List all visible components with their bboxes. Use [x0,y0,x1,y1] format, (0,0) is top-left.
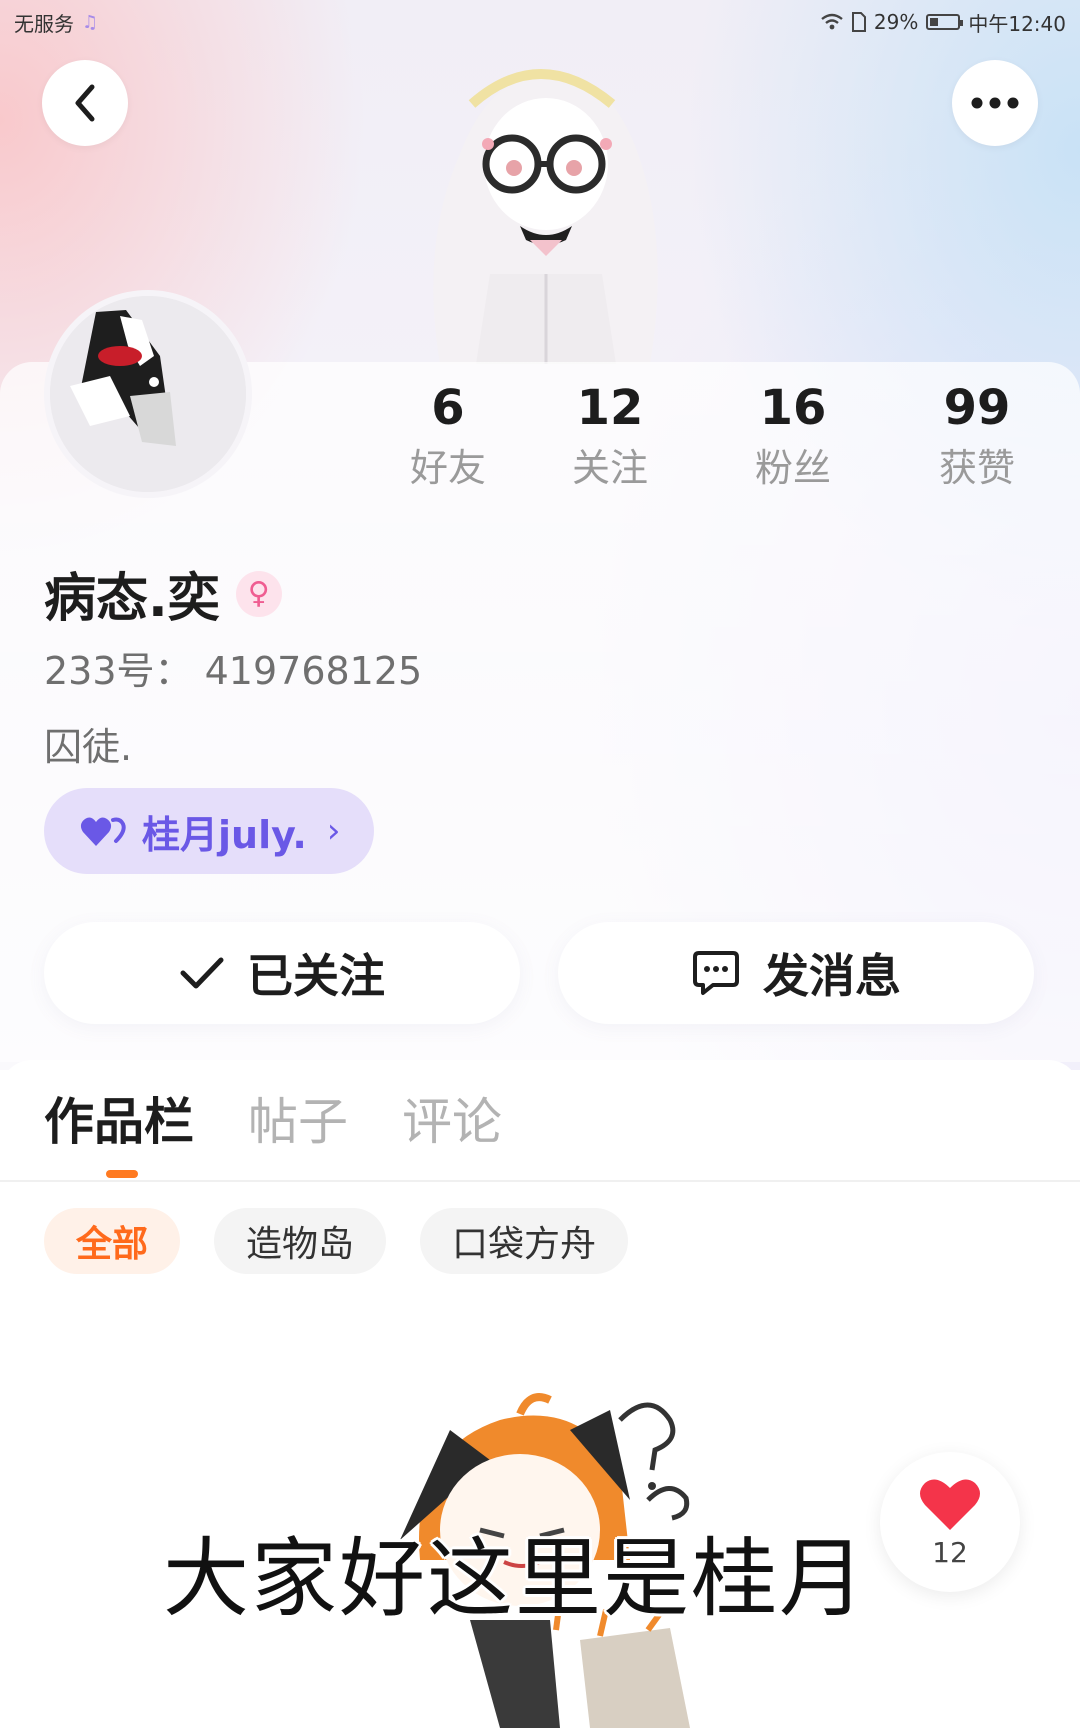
partner-tag[interactable]: 桂月july. › [44,788,374,874]
back-button[interactable] [42,60,128,146]
battery-percent: 29% [873,10,919,34]
followed-button[interactable]: 已关注 [44,922,520,1024]
banner-character-illustration [433,69,658,364]
partner-name: 桂月july. [142,812,307,857]
tab-posts[interactable]: 帖子 [248,1090,348,1154]
stat-friends[interactable]: 6 好友 [378,375,518,495]
stat-fans[interactable]: 16 粉丝 [723,375,863,495]
chevron-left-icon [75,84,95,122]
chip-creation-island[interactable]: 造物岛 [214,1208,387,1274]
stat-likes[interactable]: 99 获赞 [907,375,1047,495]
profile-stats: 6 好友 12 关注 16 粉丝 99 获赞 [0,375,1080,505]
stat-following-label: 关注 [571,446,648,490]
send-message-label: 发消息 [763,949,901,1003]
more-dots-icon [971,97,1019,109]
more-options-button[interactable] [952,60,1038,146]
chip-pocket-ark[interactable]: 口袋方舟 [420,1208,629,1274]
wifi-icon [821,13,843,30]
chat-bubble-icon [693,951,739,995]
user-id: 233号： 419768125 [44,649,423,693]
like-count: 12 [932,1535,968,1569]
battery-icon [926,14,964,30]
double-heart-icon [80,817,126,846]
heart-icon [920,1478,980,1530]
like-button[interactable]: 12 [880,1452,1020,1592]
followed-label: 已关注 [247,949,385,1003]
tabs-divider [0,1180,1080,1182]
tab-works[interactable]: 作品栏 [44,1090,194,1154]
video-subtitle: 大家好这里是桂月 [163,1529,867,1629]
stat-friends-label: 好友 [409,446,486,490]
profile-tabs: 作品栏 帖子 评论 [44,1090,502,1154]
stat-following-count: 12 [576,380,644,436]
stat-likes-label: 获赞 [938,446,1015,490]
send-message-button[interactable]: 发消息 [558,922,1034,1024]
sim-card-icon [851,12,866,32]
username: 病态.奕 [44,569,220,629]
filter-chips: 全部 造物岛 口袋方舟 [44,1208,629,1274]
stat-fans-label: 粉丝 [754,446,831,490]
chevron-right-icon: › [326,811,341,851]
user-bio: 囚徒. [44,725,133,769]
active-tab-indicator [106,1170,138,1178]
stat-fans-count: 16 [759,380,827,436]
check-icon [180,957,224,989]
clock: 中午12:40 [968,11,1066,36]
status-bar: 无服务 ♫ 29% 中午12:40 [0,0,1080,44]
female-icon: ♀ [235,570,282,617]
stat-likes-count: 99 [943,380,1011,436]
carrier-text: 无服务 [14,11,74,36]
tab-comments[interactable]: 评论 [402,1090,502,1154]
stat-friends-count: 6 [431,380,465,436]
username-row: 病态.奕 ♀ [44,556,282,631]
music-note-icon: ♫ [82,11,99,33]
stat-following[interactable]: 12 关注 [540,375,680,495]
chip-all[interactable]: 全部 [44,1208,181,1274]
battery-level [930,18,939,26]
